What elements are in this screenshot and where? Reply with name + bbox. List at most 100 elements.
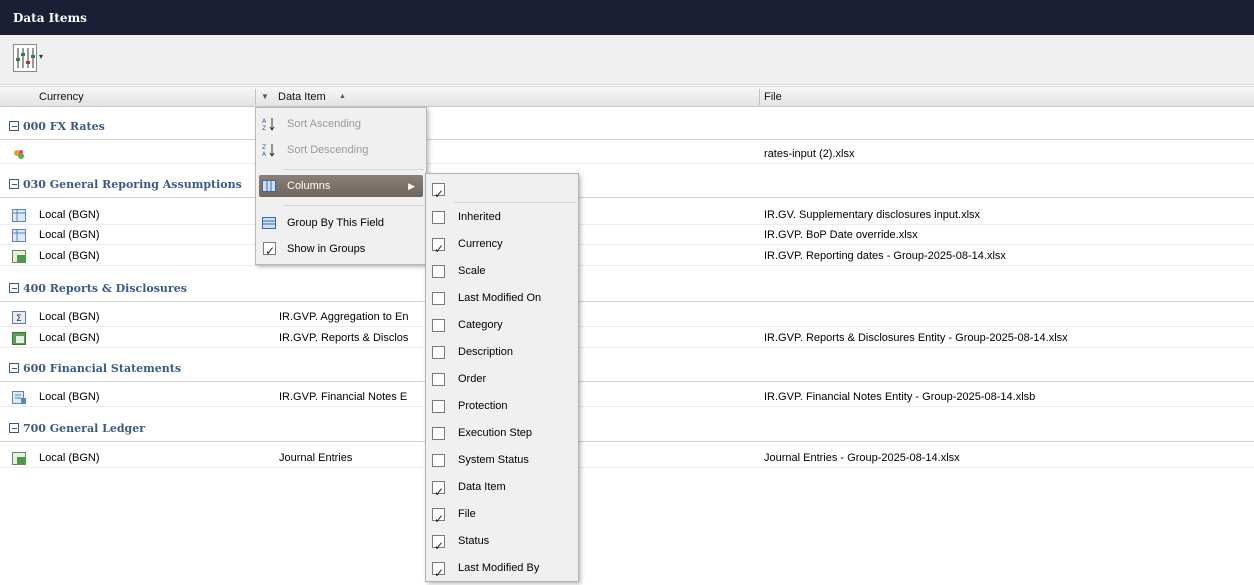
column-checkbox[interactable] — [432, 560, 445, 585]
column-separator[interactable] — [255, 89, 256, 105]
column-checkbox[interactable] — [432, 533, 445, 560]
cell-file: Journal Entries - Group-2025-08-14.xlsx — [764, 452, 960, 464]
column-toggle-item[interactable]: Scale — [426, 258, 578, 285]
column-checkbox[interactable] — [432, 479, 445, 506]
cell-currency: Local (BGN) — [39, 332, 100, 344]
svg-text:Σ: Σ — [16, 314, 22, 324]
column-checkbox[interactable] — [432, 506, 445, 533]
group-title: 400 Reports & Disclosures — [23, 282, 187, 295]
column-toggle-label: Currency — [458, 238, 503, 250]
cell-file: IR.GVP. Reporting dates - Group-2025-08-… — [764, 250, 1006, 262]
menu-separator — [284, 169, 424, 170]
menu-item-sort-ascending[interactable]: AZ Sort Ascending — [256, 113, 426, 135]
column-checkbox[interactable] — [432, 319, 445, 332]
column-toggle-item[interactable]: Last Modified On — [426, 285, 578, 312]
group-header[interactable]: 600 Financial Statements — [0, 356, 1254, 382]
grid-icon — [12, 209, 26, 222]
collapse-icon[interactable] — [9, 363, 19, 373]
filter-dropdown-icon[interactable]: ▼ — [261, 87, 269, 107]
column-separator[interactable] — [759, 89, 760, 105]
column-toggle-label: Last Modified By — [458, 562, 540, 574]
column-toggle-item[interactable]: Order — [426, 366, 578, 393]
column-checkbox[interactable] — [432, 181, 445, 208]
table-row[interactable]: Local (BGN) IR.GVP. BoP Date override.xl… — [0, 226, 1254, 245]
column-toggle-item[interactable]: File — [426, 501, 578, 533]
group-title: 030 General Reporing Assumptions — [23, 178, 242, 191]
menu-item-show-in-groups[interactable]: Show in Groups — [256, 238, 426, 262]
column-toggle-item[interactable]: Currency — [426, 231, 578, 263]
menu-item-group-by[interactable]: Group By This Field — [256, 212, 426, 234]
group-header[interactable]: 700 General Ledger — [0, 416, 1254, 442]
column-toggle-item[interactable]: Last Modified By — [426, 555, 578, 585]
column-checkbox[interactable] — [432, 211, 445, 224]
svg-text:A: A — [262, 151, 267, 157]
table-row[interactable]: Local (BGN) IR.GVP. Reports & Disclos IR… — [0, 329, 1254, 348]
column-checkbox[interactable] — [432, 454, 445, 467]
collapse-icon[interactable] — [9, 283, 19, 293]
column-checkbox[interactable] — [432, 373, 445, 386]
cell-data-item: IR.GVP. Financial Notes E — [279, 391, 408, 403]
collapse-icon[interactable] — [9, 423, 19, 433]
grid-icon — [12, 229, 26, 242]
cell-currency: Local (BGN) — [39, 311, 100, 323]
group-title: 700 General Ledger — [23, 422, 146, 435]
column-toggle-item[interactable] — [426, 176, 578, 208]
column-toggle-item[interactable]: Category — [426, 312, 578, 339]
cell-currency: Local (BGN) — [39, 452, 100, 464]
grid-header: Currency ▼ Data Item ▲ File — [0, 86, 1254, 107]
column-toggle-label: Order — [458, 373, 487, 385]
table-row[interactable]: Local (BGN) IR.GVP. Financial Notes E IR… — [0, 388, 1254, 407]
collapse-icon[interactable] — [9, 121, 19, 131]
column-chooser-button[interactable]: ▾ — [13, 44, 47, 74]
collapse-icon[interactable] — [9, 179, 19, 189]
column-checkbox[interactable] — [432, 292, 445, 305]
column-toggle-label: Status — [458, 535, 490, 547]
header-file[interactable]: File — [764, 87, 782, 107]
menu-separator — [454, 202, 576, 203]
svg-text:A: A — [262, 118, 267, 125]
column-toggle-item[interactable]: Data Item — [426, 474, 578, 506]
column-checkbox[interactable] — [432, 400, 445, 413]
column-toggle-item[interactable]: Execution Step — [426, 420, 578, 447]
group-header[interactable]: 030 General Reporing Assumptions — [0, 172, 1254, 198]
column-checkbox[interactable] — [432, 236, 445, 263]
table-row[interactable]: Σ Local (BGN) IR.GVP. Aggregation to En — [0, 308, 1254, 327]
menu-separator — [284, 205, 424, 206]
group-header[interactable]: 400 Reports & Disclosures — [0, 276, 1254, 302]
header-data-item[interactable]: Data Item — [278, 87, 326, 107]
fx-rates-icon — [14, 150, 24, 159]
table-row[interactable]: rates-input (2).xlsx — [0, 145, 1254, 164]
group-title: 600 Financial Statements — [23, 362, 182, 375]
menu-item-columns[interactable]: Columns ▶ — [259, 175, 423, 197]
cell-data-item: IR.GVP. Aggregation to En — [279, 311, 409, 323]
sort-descending-icon: ZA — [262, 144, 275, 157]
window-title: Data Items — [13, 11, 87, 25]
group-header[interactable]: 000 FX Rates — [0, 114, 1254, 140]
group-by-icon — [262, 217, 276, 229]
show-in-groups-checkbox[interactable] — [263, 240, 276, 262]
header-context-menu: AZ Sort Ascending ZA Sort Descending Col… — [255, 107, 427, 265]
column-checkbox[interactable] — [432, 265, 445, 278]
column-toggle-label: Description — [458, 346, 514, 358]
group-title: 000 FX Rates — [23, 120, 105, 133]
column-toggle-label: File — [458, 508, 476, 520]
column-toggle-item[interactable]: Inherited — [426, 204, 578, 231]
column-toggle-item[interactable]: System Status — [426, 447, 578, 474]
sort-ascending-icon: AZ — [262, 118, 275, 131]
columns-icon — [262, 180, 276, 192]
menu-item-sort-descending[interactable]: ZA Sort Descending — [256, 139, 426, 161]
column-toggle-label: Execution Step — [458, 427, 532, 439]
column-toggle-item[interactable]: Status — [426, 528, 578, 560]
table-row[interactable]: Local (BGN) Journal Entries Journal Entr… — [0, 449, 1254, 468]
column-toggle-item[interactable]: Description — [426, 339, 578, 366]
table-row[interactable]: Local (BGN) IR.GV. Supplementary disclos… — [0, 206, 1254, 225]
chevron-down-icon: ▾ — [39, 52, 44, 61]
cell-data-item: IR.GVP. Reports & Disclos — [279, 332, 409, 344]
column-checkbox[interactable] — [432, 346, 445, 359]
header-currency[interactable]: Currency — [39, 87, 84, 107]
spreadsheet-icon — [12, 332, 26, 345]
column-toggle-item[interactable]: Protection — [426, 393, 578, 420]
column-checkbox[interactable] — [432, 427, 445, 440]
sum-icon: Σ — [12, 311, 26, 324]
table-row[interactable]: Local (BGN) IR.GVP. Reporting dates - Gr… — [0, 247, 1254, 266]
